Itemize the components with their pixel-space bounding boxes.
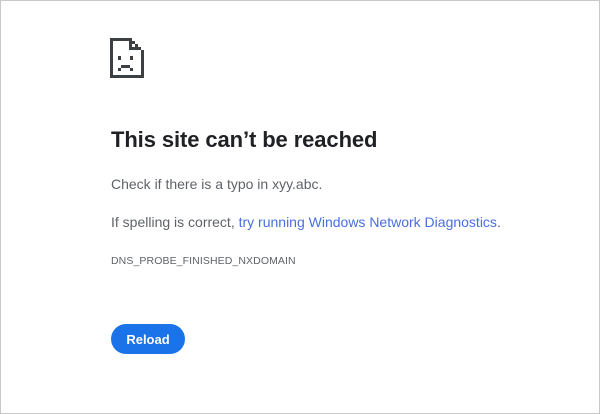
typo-message: Check if there is a typo in xyy.abc. (111, 176, 323, 192)
spelling-message: If spelling is correct, try running Wind… (111, 214, 501, 230)
spelling-message-suffix: . (496, 214, 501, 230)
browser-page: This site can’t be reached Check if ther… (0, 0, 600, 414)
spelling-message-prefix: If spelling is correct, (111, 214, 239, 230)
error-code: DNS_PROBE_FINISHED_NXDOMAIN (111, 255, 296, 267)
network-diagnostics-link[interactable]: try running Windows Network Diagnostics (239, 214, 497, 230)
page-title: This site can’t be reached (111, 127, 378, 152)
sad-document-icon (110, 38, 144, 78)
reload-button[interactable]: Reload (111, 324, 185, 354)
